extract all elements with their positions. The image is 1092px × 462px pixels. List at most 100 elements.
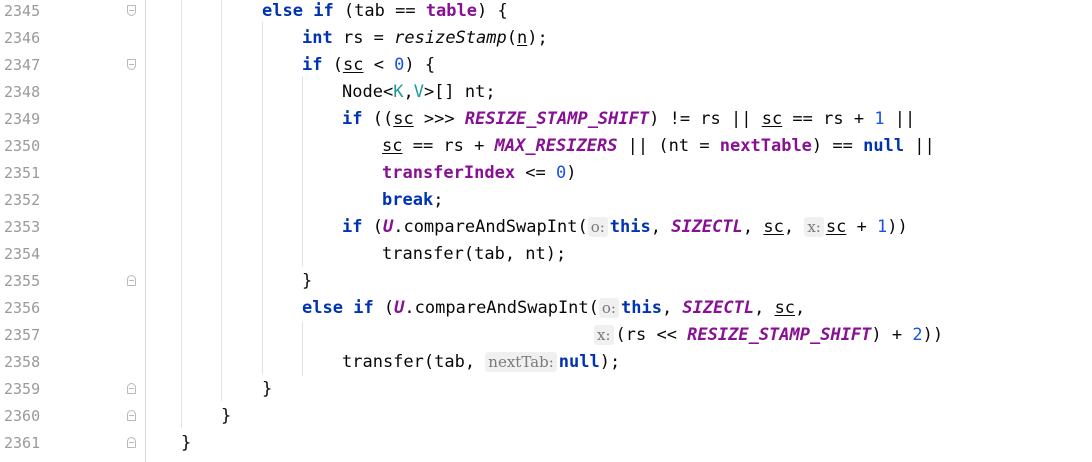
number-literal: 2 [912, 325, 923, 345]
code-line-2351[interactable]: transferIndex <= 0) [382, 160, 577, 187]
number-literal: 1 [874, 109, 885, 129]
code-text: < [363, 55, 395, 75]
keyword: if [302, 55, 323, 75]
fold-marker-icon[interactable] [127, 437, 136, 448]
closing-brace: } [181, 433, 192, 453]
code-text: ); [527, 28, 548, 48]
code-line-2346[interactable]: int rs = resizeStamp(n); [302, 25, 548, 52]
keyword: if [342, 217, 363, 237]
code-text: ) + [871, 325, 913, 345]
indent-guide [262, 22, 263, 374]
keyword: null [863, 136, 905, 156]
field-name: transferIndex [382, 163, 516, 183]
indent-guide [221, 0, 222, 401]
variable: sc [393, 109, 414, 129]
code-text: || [904, 136, 935, 156]
number-literal: 0 [556, 163, 567, 183]
line-number: 2360 [4, 407, 41, 425]
parameter-hint: o: [598, 298, 619, 318]
code-text: transfer(tab, nt); [382, 244, 567, 264]
line-number-gutter[interactable]: 2345 2346 2347 2348 2349 2350 2351 2352 … [0, 0, 145, 462]
code-line-2353[interactable]: if (U.compareAndSwapInt(o: this, SIZECTL,… [342, 214, 908, 241]
code-line-2354[interactable]: transfer(tab, nt); [382, 241, 566, 268]
parameter-hint: x: [594, 325, 614, 345]
code-line-2361[interactable]: } [181, 430, 191, 457]
line-number: 2349 [4, 110, 41, 128]
code-text: ( [373, 298, 395, 318]
fold-marker-icon[interactable] [127, 383, 136, 394]
closing-brace: } [221, 406, 232, 426]
number-literal: 1 [877, 217, 888, 237]
keyword: else [302, 298, 343, 318]
code-text: )) [887, 217, 908, 237]
code-text: , [650, 217, 672, 237]
line-number: 2345 [4, 2, 41, 20]
code-text: , [783, 217, 805, 237]
code-text: (tab == [333, 1, 426, 21]
code-text: <= [515, 163, 557, 183]
code-text: , [754, 298, 775, 318]
code-text: , [661, 298, 683, 318]
code-line-2360[interactable]: } [221, 403, 231, 430]
code-text: ) [566, 163, 577, 183]
line-number: 2352 [4, 191, 41, 209]
code-text: transfer(tab, [342, 352, 486, 372]
type-name: Node< [342, 82, 394, 102]
code-text: ; [433, 190, 444, 210]
fold-marker-icon[interactable] [127, 410, 136, 421]
code-text: rs = [332, 28, 395, 48]
code-text: ( [322, 55, 343, 75]
variable: sc [342, 55, 364, 75]
code-line-2352[interactable]: break; [382, 187, 443, 214]
line-number: 2356 [4, 299, 41, 317]
type-parameter: K [393, 82, 404, 102]
code-line-2359[interactable]: } [262, 376, 272, 403]
code-line-2358[interactable]: transfer(tab, nextTab: null); [342, 349, 620, 376]
code-text: )) [922, 325, 944, 345]
keyword: null [558, 352, 600, 372]
code-line-2347[interactable]: if (sc < 0) { [302, 52, 435, 79]
parameter-hint: x: [804, 217, 824, 237]
variable: n [516, 28, 528, 48]
indent-guide [302, 322, 303, 376]
code-text: , [795, 298, 806, 318]
code-text: + [846, 217, 878, 237]
line-number: 2354 [4, 245, 41, 263]
code-line-2345[interactable]: else if (tab == table) { [262, 0, 508, 25]
line-number: 2359 [4, 380, 41, 398]
method-call: resizeStamp [394, 28, 507, 48]
constant: RESIZE_STAMP_SHIFT [687, 325, 872, 345]
code-text: || [884, 109, 916, 129]
constant: RESIZE_STAMP_SHIFT [464, 109, 650, 129]
variable: sc [763, 217, 784, 237]
fold-marker-icon[interactable] [127, 59, 136, 70]
code-text: >[] nt; [423, 82, 496, 102]
keyword: else [262, 1, 303, 21]
field-name: nextTable [719, 136, 812, 156]
code-line-2357[interactable]: x: (rs << RESIZE_STAMP_SHIFT) + 2)) [594, 322, 943, 349]
constant: MAX_RESIZERS [494, 136, 618, 156]
code-line-2350[interactable]: sc == rs + MAX_RESIZERS || (nt = nextTab… [382, 133, 935, 160]
variable: sc [761, 109, 783, 129]
code-line-2355[interactable]: } [302, 268, 312, 295]
type-parameter: V [413, 82, 424, 102]
code-line-2349[interactable]: if ((sc >>> RESIZE_STAMP_SHIFT) != rs ||… [342, 106, 915, 133]
line-number: 2346 [4, 29, 41, 47]
code-line-2356[interactable]: else if (U.compareAndSwapInt(o: this, SIZ… [302, 295, 805, 322]
line-number: 2348 [4, 83, 41, 101]
code-editor[interactable]: 2345 2346 2347 2348 2349 2350 2351 2352 … [0, 0, 1092, 462]
constant: SIZECTL [682, 298, 755, 318]
code-text: ) { [404, 55, 436, 75]
fold-marker-icon[interactable] [127, 275, 136, 286]
number-literal: 0 [394, 55, 405, 75]
fold-marker-icon[interactable] [127, 5, 136, 16]
code-line-2348[interactable]: Node<K,V>[] nt; [342, 79, 496, 106]
class-constant: U [382, 217, 394, 237]
code-text: , [403, 82, 414, 102]
parameter-hint: nextTab: [485, 352, 557, 372]
keyword: if [313, 1, 334, 21]
field-name: table [425, 1, 477, 21]
keyword: this [620, 298, 662, 318]
variable: sc [382, 136, 403, 156]
code-text: ) == [811, 136, 864, 156]
